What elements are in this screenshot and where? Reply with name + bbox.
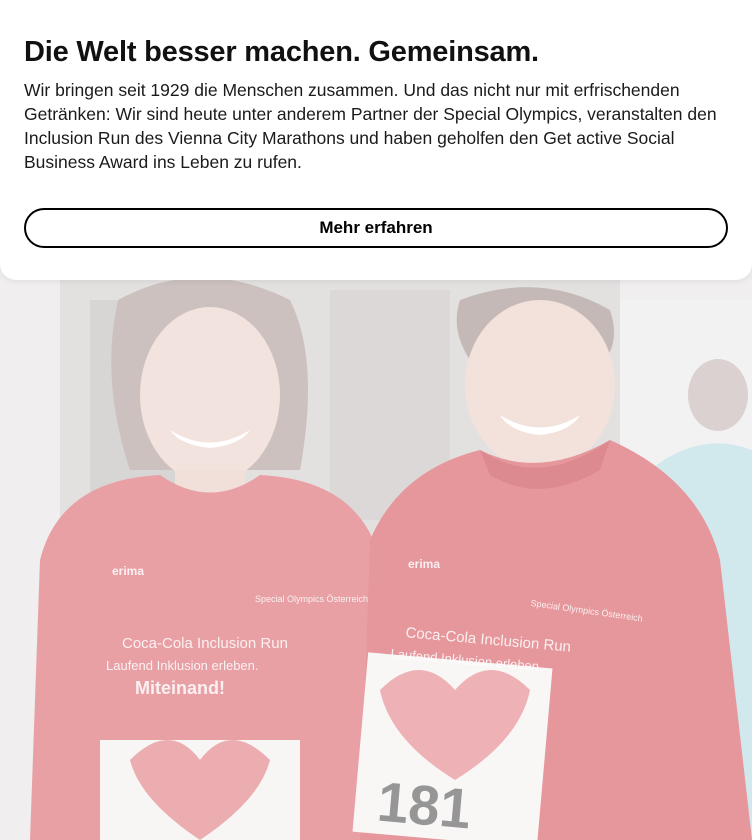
- promo-title: Die Welt besser machen. Gemeinsam.: [24, 36, 539, 68]
- promo-body: Wir bringen seit 1929 die Menschen zusam…: [24, 80, 717, 172]
- promo-card: Die Welt besser machen. Gemeinsam. Wir b…: [0, 0, 752, 280]
- more-info-button[interactable]: Mehr erfahren: [24, 208, 728, 248]
